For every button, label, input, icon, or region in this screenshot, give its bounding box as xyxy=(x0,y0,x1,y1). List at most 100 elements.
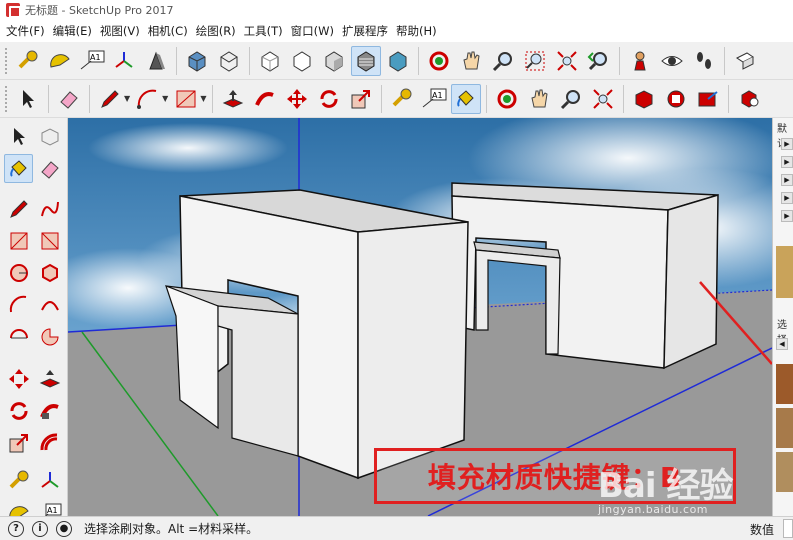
shaded-textures-button[interactable] xyxy=(351,45,381,76)
follow-me-button[interactable] xyxy=(250,84,280,114)
tray-back-button[interactable]: ◀ xyxy=(776,338,788,350)
material-preview-swatch[interactable] xyxy=(776,246,793,298)
tape-measure-icon xyxy=(18,50,38,68)
zoom-extents-button-2[interactable] xyxy=(588,84,618,114)
material-swatch[interactable] xyxy=(776,452,793,492)
orbit-button-2[interactable] xyxy=(492,84,522,114)
line-button[interactable] xyxy=(95,84,125,114)
3d-text-button[interactable] xyxy=(141,46,171,76)
three-point-arc-button[interactable] xyxy=(4,322,33,351)
pan-button[interactable] xyxy=(456,46,486,76)
tray-arrow-button[interactable]: ▶ xyxy=(781,174,793,186)
menu-tools[interactable]: 工具(T) xyxy=(240,20,287,42)
rotate-button[interactable] xyxy=(314,84,344,114)
walk-button[interactable] xyxy=(689,46,719,76)
axes-button[interactable] xyxy=(109,46,139,76)
menu-camera[interactable]: 相机(C) xyxy=(144,20,192,42)
scale-tool-button[interactable] xyxy=(4,428,33,457)
3d-warehouse-button[interactable] xyxy=(629,84,659,114)
circle-tool-button[interactable] xyxy=(4,258,33,287)
menu-file[interactable]: 文件(F) xyxy=(2,20,49,42)
protractor-button[interactable] xyxy=(45,46,75,76)
move-button[interactable] xyxy=(282,84,312,114)
extension-manager-button[interactable] xyxy=(734,84,764,114)
follow-me-icon xyxy=(255,91,275,106)
xray-button[interactable] xyxy=(255,46,285,76)
follow-me-tool-button[interactable] xyxy=(35,396,64,425)
select-button[interactable] xyxy=(13,84,43,114)
paint-bucket-tool-button[interactable] xyxy=(4,154,33,183)
info-icon[interactable]: i xyxy=(32,520,48,537)
toolbar-grip[interactable] xyxy=(5,47,9,74)
position-camera-button[interactable] xyxy=(625,46,655,76)
top-view-button[interactable] xyxy=(214,46,244,76)
user-account-icon[interactable]: ● xyxy=(56,520,72,537)
measurements-input[interactable] xyxy=(783,519,793,538)
pan-button-2[interactable] xyxy=(524,84,554,114)
axes-icon xyxy=(40,471,59,488)
dimension-button-2[interactable]: A1 xyxy=(419,84,449,114)
zoom-extents-button[interactable] xyxy=(552,46,582,76)
tape-measure-button-2[interactable] xyxy=(387,84,417,114)
move-tool-button[interactable] xyxy=(4,364,33,393)
arc-button[interactable] xyxy=(133,84,163,114)
drawing-viewport[interactable]: 填充材质快捷键：B Bai 经验 jingyan.baidu.com xyxy=(68,118,772,516)
tray-arrow-button[interactable]: ▶ xyxy=(781,192,793,204)
paint-bucket-button[interactable] xyxy=(451,83,482,114)
dimension-button[interactable]: A1 xyxy=(77,46,107,76)
walk-footprints-icon xyxy=(697,51,711,69)
push-pull-tool-button[interactable] xyxy=(35,364,64,393)
material-swatch[interactable] xyxy=(776,364,793,404)
component-button[interactable] xyxy=(35,122,64,151)
two-point-arc-button[interactable] xyxy=(35,290,64,319)
share-model-button[interactable] xyxy=(693,84,723,114)
tray-arrow-button[interactable]: ▶ xyxy=(781,156,793,168)
section-plane-button[interactable] xyxy=(730,46,760,76)
orbit-button[interactable] xyxy=(424,46,454,76)
zoom-button-2[interactable] xyxy=(556,84,586,114)
menu-extensions[interactable]: 扩展程序 xyxy=(338,20,392,42)
menu-edit[interactable]: 编辑(E) xyxy=(49,20,96,42)
previous-view-button[interactable] xyxy=(584,46,614,76)
rectangle-button[interactable] xyxy=(171,84,201,114)
extension-warehouse-button[interactable] xyxy=(661,84,691,114)
rotate-tool-button[interactable] xyxy=(4,396,33,425)
rectangle-dropdown-arrow[interactable]: ▼ xyxy=(200,94,206,103)
arc-icon xyxy=(137,89,157,109)
select-tool-button[interactable] xyxy=(4,122,33,151)
iso-view-button[interactable] xyxy=(182,46,212,76)
axes-tool-button[interactable] xyxy=(35,466,64,495)
tray-arrow-button[interactable]: ▶ xyxy=(781,210,793,222)
arc-dropdown-arrow[interactable]: ▼ xyxy=(162,94,168,103)
shaded-button[interactable] xyxy=(319,46,349,76)
material-swatch[interactable] xyxy=(776,408,793,448)
geo-location-icon[interactable]: ? xyxy=(8,520,24,537)
freehand-tool-button[interactable] xyxy=(35,194,64,223)
menu-draw[interactable]: 绘图(R) xyxy=(192,20,240,42)
menu-window[interactable]: 窗口(W) xyxy=(287,20,338,42)
toolbar-grip[interactable] xyxy=(5,85,9,112)
zoom-window-button[interactable] xyxy=(520,46,550,76)
scale-button[interactable] xyxy=(346,84,376,114)
tape-measure-tool-button[interactable] xyxy=(4,466,33,495)
pie-tool-button[interactable] xyxy=(35,322,64,351)
offset-tool-button[interactable] xyxy=(35,428,64,457)
hidden-line-button[interactable] xyxy=(287,46,317,76)
paint-bucket-icon xyxy=(457,89,475,107)
eraser-tool-button[interactable] xyxy=(35,154,64,183)
polygon-tool-button[interactable] xyxy=(35,258,64,287)
menu-view[interactable]: 视图(V) xyxy=(96,20,144,42)
menu-help[interactable]: 帮助(H) xyxy=(392,20,441,42)
monochrome-button[interactable] xyxy=(383,46,413,76)
look-around-button[interactable] xyxy=(657,46,687,76)
tape-measure-button[interactable] xyxy=(13,46,43,76)
rotated-rectangle-button[interactable] xyxy=(35,226,64,255)
line-tool-button[interactable] xyxy=(4,194,33,223)
push-pull-button[interactable] xyxy=(218,84,248,114)
zoom-button[interactable] xyxy=(488,46,518,76)
eraser-button[interactable] xyxy=(54,84,84,114)
arc-tool-button[interactable] xyxy=(4,290,33,319)
rectangle-tool-button[interactable] xyxy=(4,226,33,255)
tray-arrow-button[interactable]: ▶ xyxy=(781,138,793,150)
toolbar-separator xyxy=(48,84,49,113)
